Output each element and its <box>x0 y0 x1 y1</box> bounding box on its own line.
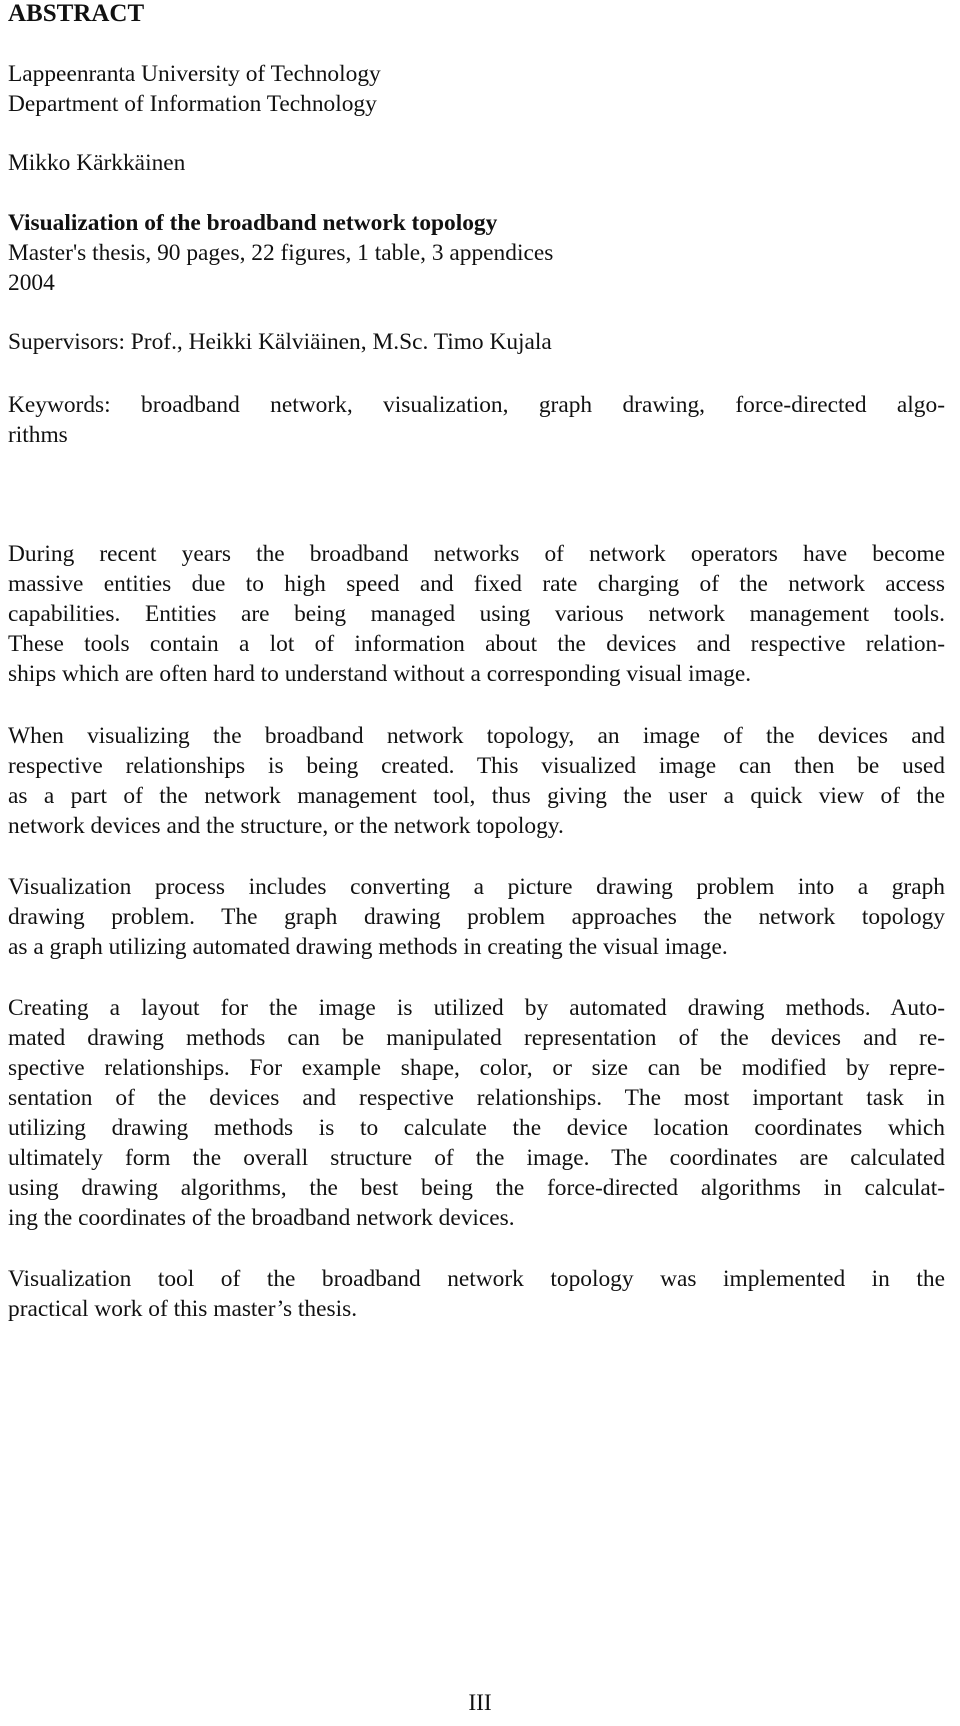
department-name: Department of Information Technology <box>8 91 377 117</box>
thesis-year: 2004 <box>8 270 55 296</box>
paragraph-line: When visualizing the broadband network t… <box>8 723 945 749</box>
paragraph-line: practical work of this master’s thesis. <box>8 1296 358 1322</box>
paragraph-line: mated drawing methods can be manipulated… <box>8 1025 945 1051</box>
thesis-details: Master's thesis, 90 pages, 22 figures, 1… <box>8 240 554 266</box>
paragraph-line: capabilities. Entities are being managed… <box>8 601 945 627</box>
keywords-line: rithms <box>8 422 68 448</box>
paragraph-line: as a part of the network management tool… <box>8 783 945 809</box>
paragraph-line: Visualization process includes convertin… <box>8 874 945 900</box>
supervisors: Supervisors: Prof., Heikki Kälviäinen, M… <box>8 329 552 355</box>
paragraph-line: These tools contain a lot of information… <box>8 631 945 657</box>
paragraph-line: During recent years the broadband networ… <box>8 541 945 567</box>
paragraph-line: network devices and the structure, or th… <box>8 813 564 839</box>
paragraph-line: Creating a layout for the image is utili… <box>8 995 945 1021</box>
paragraph-line: massive entities due to high speed and f… <box>8 571 945 597</box>
paragraph-line: ultimately form the overall structure of… <box>8 1145 945 1171</box>
paragraph-line: as a graph utilizing automated drawing m… <box>8 934 728 960</box>
paragraph-line: ships which are often hard to understand… <box>8 661 752 687</box>
page-number: III <box>468 1690 492 1716</box>
paragraph-line: Visualization tool of the broadband netw… <box>8 1266 945 1292</box>
paragraph-line: ing the coordinates of the broadband net… <box>8 1205 515 1231</box>
keywords-line: Keywords: broadband network, visualizati… <box>8 392 945 418</box>
paragraph-line: respective relationships is being create… <box>8 753 945 779</box>
thesis-title: Visualization of the broadband network t… <box>8 210 498 236</box>
university-name: Lappeenranta University of Technology <box>8 61 381 87</box>
abstract-heading: ABSTRACT <box>8 0 145 27</box>
author-name: Mikko Kärkkäinen <box>8 150 186 176</box>
paragraph-line: utilizing drawing methods is to calculat… <box>8 1115 945 1141</box>
paragraph-line: spective relationships. For example shap… <box>8 1055 945 1081</box>
paragraph-line: sentation of the devices and respective … <box>8 1085 945 1111</box>
paragraph-line: drawing problem. The graph drawing probl… <box>8 904 945 930</box>
paragraph-line: using drawing algorithms, the best being… <box>8 1175 945 1201</box>
